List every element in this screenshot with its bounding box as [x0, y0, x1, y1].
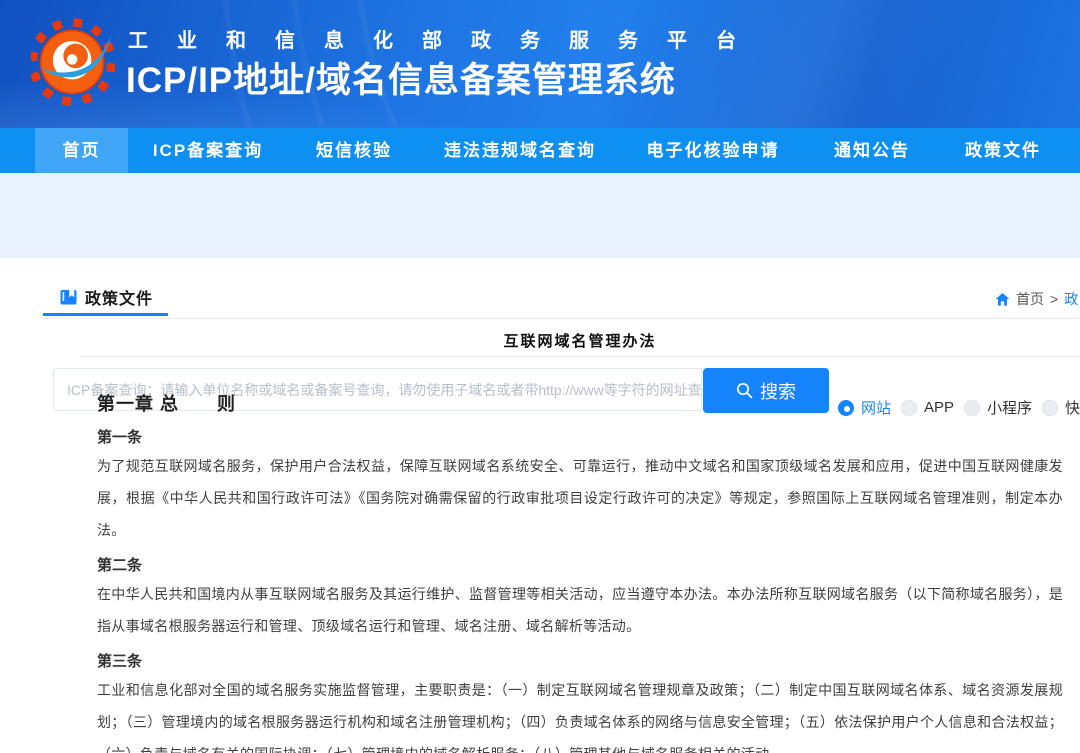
breadcrumb-current: 政	[1064, 289, 1078, 309]
title-divider	[80, 356, 1080, 357]
breadcrumb: 首页 > 政	[995, 289, 1078, 309]
radio-icon	[964, 400, 980, 416]
clause-block: 第二条 在中华人民共和国境内从事互联网域名服务及其运行维护、监督管理等相关活动，…	[97, 556, 1063, 642]
radio-icon	[1042, 400, 1058, 416]
clause-heading: 第二条	[97, 556, 1063, 576]
search-section: 搜索 网站 APP 小程序 快	[0, 173, 1080, 258]
page-root: 工业和信息化部政务服务平台 ICP/IP地址/域名信息备案管理系统 首页 ICP…	[0, 0, 1080, 753]
miit-gear-e-logo-icon[interactable]	[31, 8, 115, 121]
radio-label: 快	[1065, 397, 1080, 418]
radio-label: APP	[924, 399, 954, 416]
clause-text: 工业和信息化部对全国的域名服务实施监督管理，主要职责是：（一）制定互联网域名管理…	[97, 674, 1063, 753]
main-nav: 首页 ICP备案查询 短信核验 违法违规域名查询 电子化核验申请 通知公告 政策…	[0, 128, 1080, 173]
radio-option-quickapp[interactable]: 快	[1042, 397, 1080, 418]
radio-option-website[interactable]: 网站	[838, 397, 891, 418]
nav-item-sms-verify[interactable]: 短信核验	[316, 128, 392, 173]
platform-name: 工业和信息化部政务服务平台	[128, 24, 765, 53]
radio-option-app[interactable]: APP	[901, 399, 954, 416]
home-icon	[995, 292, 1010, 307]
clause-block: 第一条 为了规范互联网域名服务，保护用户合法权益，保障互联网域名系统安全、可靠运…	[97, 428, 1063, 546]
clause-heading: 第三条	[97, 652, 1063, 672]
policy-book-icon	[60, 289, 77, 305]
clause-heading: 第一条	[97, 428, 1063, 448]
tab-policy-files-label: 政策文件	[85, 285, 153, 309]
magnifier-icon	[736, 382, 753, 399]
clause-block: 第三条 工业和信息化部对全国的域名服务实施监督管理，主要职责是：（一）制定互联网…	[97, 652, 1063, 753]
radio-label: 网站	[861, 397, 891, 418]
nav-item-policy-files[interactable]: 政策文件	[965, 128, 1041, 173]
system-title: ICP/IP地址/域名信息备案管理系统	[126, 52, 676, 103]
clause-text: 在中华人民共和国境内从事互联网域名服务及其运行维护、监督管理等相关活动，应当遵守…	[97, 578, 1063, 642]
radio-selected-icon	[838, 400, 854, 416]
search-button[interactable]: 搜索	[703, 368, 829, 413]
tab-policy-files[interactable]: 政策文件	[43, 281, 168, 316]
search-type-radio-group: 网站 APP 小程序 快	[838, 397, 1080, 418]
header-banner: 工业和信息化部政务服务平台 ICP/IP地址/域名信息备案管理系统	[0, 0, 1080, 128]
clause-text: 为了规范互联网域名服务，保护用户合法权益，保障互联网域名系统安全、可靠运行，推动…	[97, 450, 1063, 546]
article-title: 互联网域名管理办法	[97, 330, 1063, 351]
search-button-label: 搜索	[760, 378, 796, 404]
breadcrumb-home[interactable]: 首页	[1016, 289, 1044, 309]
nav-item-illegal-domain-query[interactable]: 违法违规域名查询	[444, 128, 596, 173]
breadcrumb-separator: >	[1050, 291, 1058, 307]
chapter-heading: 第一章 总 则	[97, 390, 236, 416]
nav-item-e-verification[interactable]: 电子化核验申请	[647, 128, 780, 173]
nav-item-notices[interactable]: 通知公告	[834, 128, 910, 173]
nav-item-home[interactable]: 首页	[35, 128, 128, 173]
tabs-divider	[43, 318, 1080, 319]
radio-icon	[901, 400, 917, 416]
radio-option-miniprogram[interactable]: 小程序	[964, 397, 1032, 418]
article-body: 第一条 为了规范互联网域名服务，保护用户合法权益，保障互联网域名系统安全、可靠运…	[97, 422, 1063, 753]
nav-item-icp-query[interactable]: ICP备案查询	[153, 128, 263, 173]
radio-label: 小程序	[987, 397, 1032, 418]
